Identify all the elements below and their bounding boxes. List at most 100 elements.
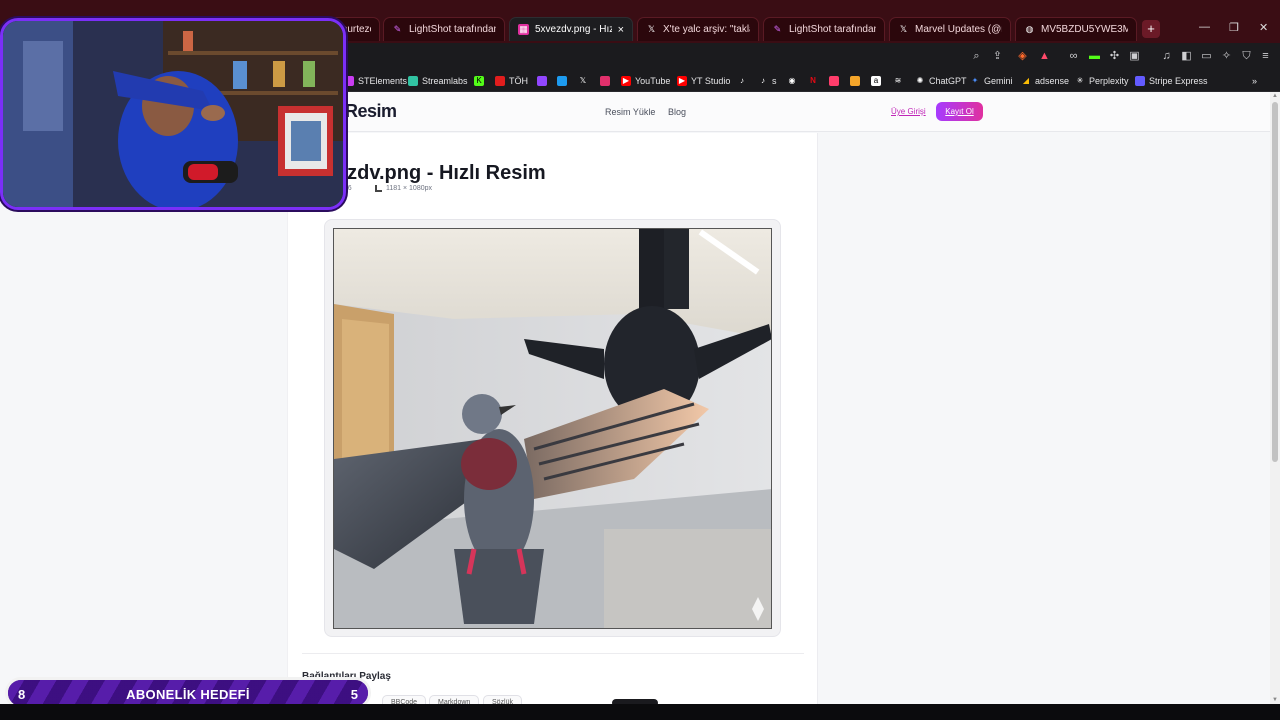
bookmark-icon: [850, 76, 860, 86]
bookmark-label: Gemini: [984, 76, 1013, 86]
media-icon[interactable]: ♫: [1160, 50, 1173, 63]
vpn-icon[interactable]: ⛉: [1240, 50, 1253, 63]
uploaded-image[interactable]: [333, 228, 772, 629]
wallet-icon[interactable]: ▭: [1200, 50, 1213, 63]
register-button[interactable]: Kayıt Ol: [936, 102, 983, 121]
bookmark-label: TÖH: [509, 76, 528, 86]
tab-label: 5xvezdv.png - Hızlı Re: [535, 24, 612, 35]
tab-3[interactable]: 𝕏 X'te yalc arşiv: "taklacı güv: [637, 17, 759, 41]
tab-2-active[interactable]: ▦ 5xvezdv.png - Hızlı Re ×: [509, 17, 633, 41]
extension-icon[interactable]: ∞: [1067, 50, 1080, 63]
taskbar-edge: [0, 704, 1280, 720]
tab-label: LightShot tarafından Ekran: [409, 24, 496, 35]
tiktok-icon: ♪: [740, 76, 744, 85]
bookmark-item[interactable]: Stripe Express: [1135, 74, 1208, 88]
bookmark-item[interactable]: ✺ ChatGPT: [915, 74, 967, 88]
bookmark-item[interactable]: ◉: [787, 74, 797, 88]
image-dimensions: 1181 × 1080px: [375, 185, 432, 192]
close-tab-icon[interactable]: ×: [618, 24, 624, 36]
kick-icon: K: [474, 76, 484, 86]
tab-label: MV5BZDU5YWE3MmItMG: [1041, 24, 1128, 35]
tab-label: X'te yalc arşiv: "taklacı güv: [663, 24, 750, 35]
nav-upload-link[interactable]: Resim Yükle: [605, 107, 655, 117]
bookmark-item[interactable]: TÖH: [495, 74, 528, 88]
login-link[interactable]: Üye Girişi: [891, 107, 926, 116]
tiktok-icon: ♪: [761, 76, 765, 85]
x-icon: 𝕏: [899, 24, 908, 34]
bookmark-item[interactable]: [850, 74, 860, 88]
bookmark-item[interactable]: ♪: [737, 74, 747, 88]
tab-label: LightShot tarafından Ekran: [789, 24, 876, 35]
sidebar-icon[interactable]: ◧: [1180, 50, 1193, 63]
scrollbar-thumb[interactable]: [1272, 102, 1278, 462]
leo-ai-icon[interactable]: ✧: [1220, 50, 1233, 63]
brave-shield-icon[interactable]: ◈: [1016, 50, 1029, 63]
lightshot-icon: ✎: [773, 24, 782, 34]
youtube-studio-icon: ▶: [677, 76, 687, 86]
rewards-icon[interactable]: ▲: [1038, 50, 1051, 63]
goal-target: 5: [350, 687, 358, 702]
section-divider: [302, 653, 804, 654]
bookmark-item[interactable]: ▶ YT Studio: [677, 74, 730, 88]
scroll-up-icon[interactable]: ▲: [1272, 93, 1278, 99]
search-icon[interactable]: ⌕: [970, 50, 983, 63]
bookmark-item[interactable]: ✳ Perplexity: [1075, 74, 1129, 88]
bookmark-item[interactable]: ◢ adsense: [1021, 74, 1069, 88]
circle-icon: ◉: [788, 76, 796, 85]
page-scrollbar[interactable]: ▲ ▼: [1270, 92, 1280, 704]
bookmark-item[interactable]: K: [474, 74, 484, 88]
twitch-icon: [537, 76, 547, 86]
nav-blog-link[interactable]: Blog: [668, 107, 686, 117]
tab-1[interactable]: ✎ LightShot tarafından Ekran: [383, 17, 505, 41]
scroll-down-icon[interactable]: ▼: [1272, 697, 1278, 703]
youtube-icon: ▶: [621, 76, 631, 86]
tab-5[interactable]: 𝕏 Marvel Updates (@marvel: [889, 17, 1011, 41]
bookmark-icon: [495, 76, 505, 86]
bookmark-item[interactable]: ≋: [893, 74, 903, 88]
menu-icon[interactable]: ≡: [1259, 50, 1272, 63]
bookmark-item[interactable]: a: [871, 74, 881, 88]
tab-label: Marvel Updates (@marvel: [915, 24, 1002, 35]
share-icon[interactable]: ⇪: [991, 50, 1004, 63]
image-illustration: [334, 229, 771, 628]
bookmark-item[interactable]: [600, 74, 610, 88]
bookmark-label: Stripe Express: [1149, 76, 1208, 86]
puzzle-icon[interactable]: ✣: [1108, 50, 1121, 63]
page-icon: ▦: [518, 24, 529, 35]
bookmark-item[interactable]: ♪ s: [758, 74, 777, 88]
bookmark-item[interactable]: [829, 74, 839, 88]
chatgpt-icon: ✺: [916, 76, 924, 85]
bookmark-item[interactable]: 𝕏: [578, 74, 588, 88]
new-tab-button[interactable]: +: [1142, 20, 1160, 38]
minimize-icon[interactable]: —: [1199, 21, 1210, 33]
amazon-icon: a: [871, 76, 881, 86]
bookmark-item[interactable]: N: [808, 74, 818, 88]
bookmark-item[interactable]: [557, 74, 567, 88]
close-window-icon[interactable]: ✕: [1259, 21, 1268, 34]
restore-icon[interactable]: ❐: [1229, 21, 1239, 34]
webcam-feed: [3, 21, 343, 207]
netflix-icon: N: [810, 76, 816, 85]
bookmark-item[interactable]: Streamlabs: [408, 74, 468, 88]
bookmark-icon: ≋: [894, 76, 902, 85]
adsense-icon: ◢: [1022, 76, 1030, 85]
extension-icon[interactable]: ▬: [1088, 50, 1101, 63]
tab-4[interactable]: ✎ LightShot tarafından Ekran: [763, 17, 885, 41]
bookmark-item[interactable]: STElements: [344, 74, 407, 88]
bookmark-item[interactable]: ✦ Gemini: [970, 74, 1013, 88]
instagram-icon: [600, 76, 610, 86]
screenshot-icon[interactable]: ▣: [1128, 50, 1141, 63]
bookmarks-overflow-icon[interactable]: »: [1252, 74, 1257, 88]
screen: murtezer) ✎ LightShot tarafından Ekran ▦…: [0, 0, 1280, 720]
bookmark-item[interactable]: ▶ YouTube: [621, 74, 670, 88]
bookmark-label: YT Studio: [691, 76, 731, 86]
bluesky-icon: [557, 76, 567, 86]
globe-icon: ◍: [1025, 24, 1034, 34]
perplexity-icon: ✳: [1076, 76, 1084, 85]
page-title: ezdv.png - Hızlı Resim: [336, 162, 546, 184]
x-icon: 𝕏: [647, 24, 656, 34]
bookmark-label: YouTube: [635, 76, 671, 86]
bookmark-label: Perplexity: [1089, 76, 1129, 86]
bookmark-item[interactable]: [537, 74, 547, 88]
tab-6[interactable]: ◍ MV5BZDU5YWE3MmItMG: [1015, 17, 1137, 41]
